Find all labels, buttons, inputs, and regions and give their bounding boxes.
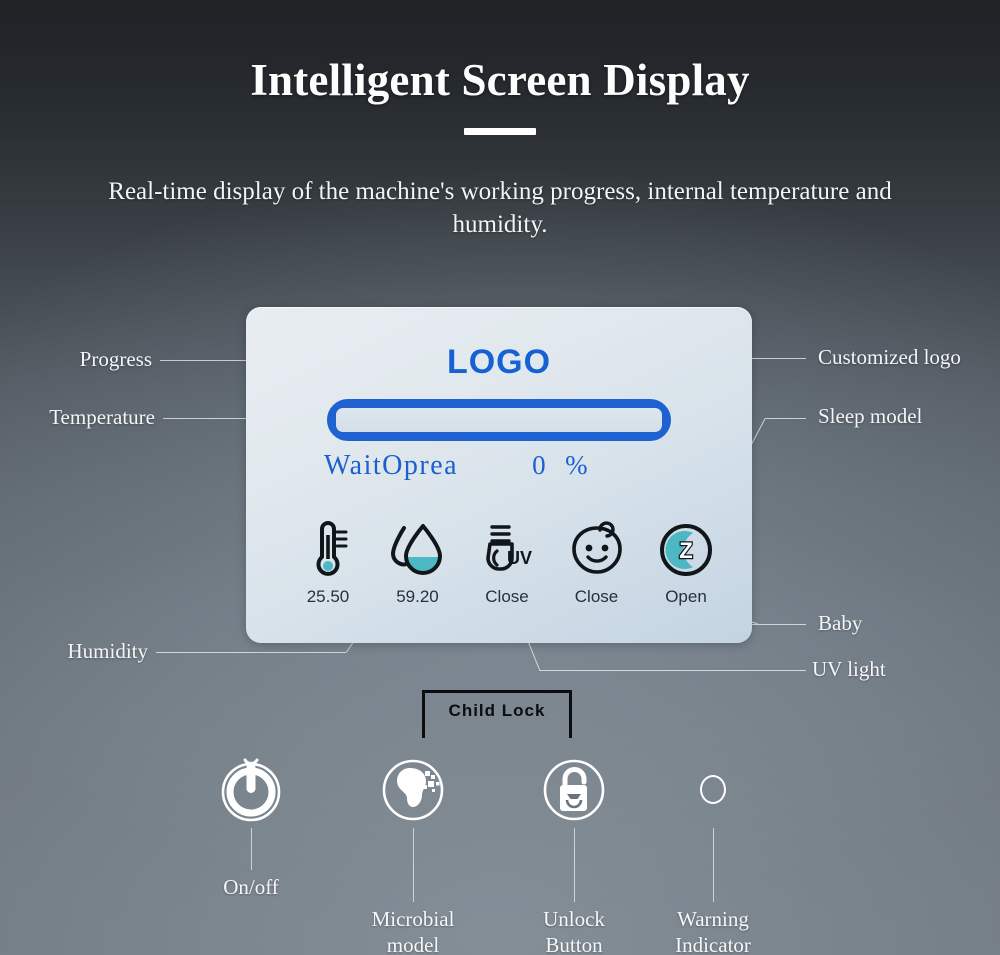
unlock-button-label-line2: Button bbox=[545, 933, 603, 955]
power-icon bbox=[186, 750, 316, 828]
control-stem bbox=[412, 828, 414, 902]
indicator-row: 25.50 59.20 UV Close Close Z Open bbox=[284, 517, 730, 607]
control-stem bbox=[712, 828, 714, 902]
warning-indicator-label-line2: Indicator bbox=[675, 933, 751, 955]
control-stem bbox=[250, 828, 252, 870]
callout-uv-light: UV light bbox=[812, 657, 886, 682]
microbial-icon bbox=[348, 750, 478, 828]
callout-progress: Progress bbox=[0, 347, 152, 372]
callout-temperature: Temperature bbox=[0, 405, 155, 430]
lcd-screen-panel: LOGO WaitOprea 0 % 25.50 59.20 UV Close … bbox=[246, 307, 752, 643]
sleep-mode-indicator[interactable]: Z Open bbox=[642, 517, 730, 607]
sleep-moon-icon: Z bbox=[642, 517, 730, 583]
uv-light-state: Close bbox=[485, 587, 529, 606]
callout-uv-light-label: UV light bbox=[812, 657, 886, 681]
baby-mode-indicator[interactable]: Close bbox=[553, 517, 641, 607]
warning-indicator[interactable]: Warning Indicator bbox=[648, 750, 778, 955]
warning-indicator-label-line1: Warning bbox=[677, 907, 749, 931]
humidity-indicator[interactable]: 59.20 bbox=[374, 517, 462, 607]
callout-temperature-label: Temperature bbox=[49, 405, 155, 429]
leader-line-sleep-model bbox=[766, 418, 806, 419]
callout-baby: Baby bbox=[818, 611, 862, 636]
progress-percent-symbol: % bbox=[565, 450, 590, 480]
status-text: WaitOprea bbox=[324, 450, 459, 481]
warning-indicator-label: Warning Indicator bbox=[648, 906, 778, 955]
status-row: WaitOprea 0 % bbox=[324, 450, 674, 482]
unlock-button-label: Unlock Button bbox=[509, 906, 639, 955]
microbial-model-button[interactable]: Microbial model bbox=[348, 750, 478, 955]
callout-baby-label: Baby bbox=[818, 611, 863, 635]
water-drop-icon bbox=[374, 517, 462, 583]
svg-text:UV: UV bbox=[507, 548, 532, 568]
on-off-button[interactable]: On/off bbox=[186, 750, 316, 900]
callout-sleep-model-label: Sleep model bbox=[818, 404, 923, 428]
leader-line-uv-light bbox=[540, 670, 806, 671]
unlock-padlock-icon bbox=[509, 750, 639, 828]
callout-customized-logo: Customized logo bbox=[818, 345, 961, 370]
uv-light-indicator[interactable]: UV Close bbox=[463, 517, 551, 607]
control-stem bbox=[573, 828, 575, 902]
sleep-mode-state: Open bbox=[665, 587, 707, 606]
microbial-model-label-line2: model bbox=[386, 933, 440, 955]
callout-sleep-model: Sleep model bbox=[818, 404, 922, 429]
microbial-model-label-line1: Microbial bbox=[371, 907, 455, 931]
on-off-label: On/off bbox=[223, 875, 279, 899]
baby-mode-state: Close bbox=[574, 587, 619, 606]
uv-lamp-icon: UV bbox=[463, 517, 551, 583]
humidity-value: 59.20 bbox=[396, 587, 439, 606]
temperature-indicator[interactable]: 25.50 bbox=[284, 517, 372, 607]
microbial-model-label: Microbial model bbox=[348, 906, 478, 955]
warning-dot-icon bbox=[648, 750, 778, 828]
progress-percent-value: 0 bbox=[532, 450, 548, 480]
callout-humidity: Humidity bbox=[0, 639, 148, 664]
logo-text: LOGO bbox=[446, 343, 552, 381]
baby-face-icon bbox=[553, 517, 641, 583]
temperature-value: 25.50 bbox=[306, 587, 350, 606]
child-lock-label: Child Lock bbox=[448, 701, 546, 720]
callout-progress-label: Progress bbox=[79, 347, 152, 371]
warning-dot-shape bbox=[700, 774, 726, 804]
page-subtitle: Real-time display of the machine's worki… bbox=[108, 178, 892, 238]
callout-humidity-label: Humidity bbox=[67, 639, 148, 663]
page-title: Intelligent Screen Display bbox=[250, 55, 750, 105]
product-feature-slide: Intelligent Screen Display Real-time dis… bbox=[0, 0, 1000, 955]
thermometer-icon bbox=[284, 517, 372, 583]
unlock-button[interactable]: Unlock Button bbox=[509, 750, 639, 955]
title-divider bbox=[464, 128, 536, 135]
progress-bar-track bbox=[336, 408, 662, 432]
unlock-button-label-line1: Unlock bbox=[543, 907, 605, 931]
svg-text:Z: Z bbox=[679, 538, 692, 563]
progress-bar bbox=[327, 399, 671, 441]
callout-customized-logo-label: Customized logo bbox=[818, 345, 961, 369]
leader-line-humidity bbox=[156, 652, 346, 653]
